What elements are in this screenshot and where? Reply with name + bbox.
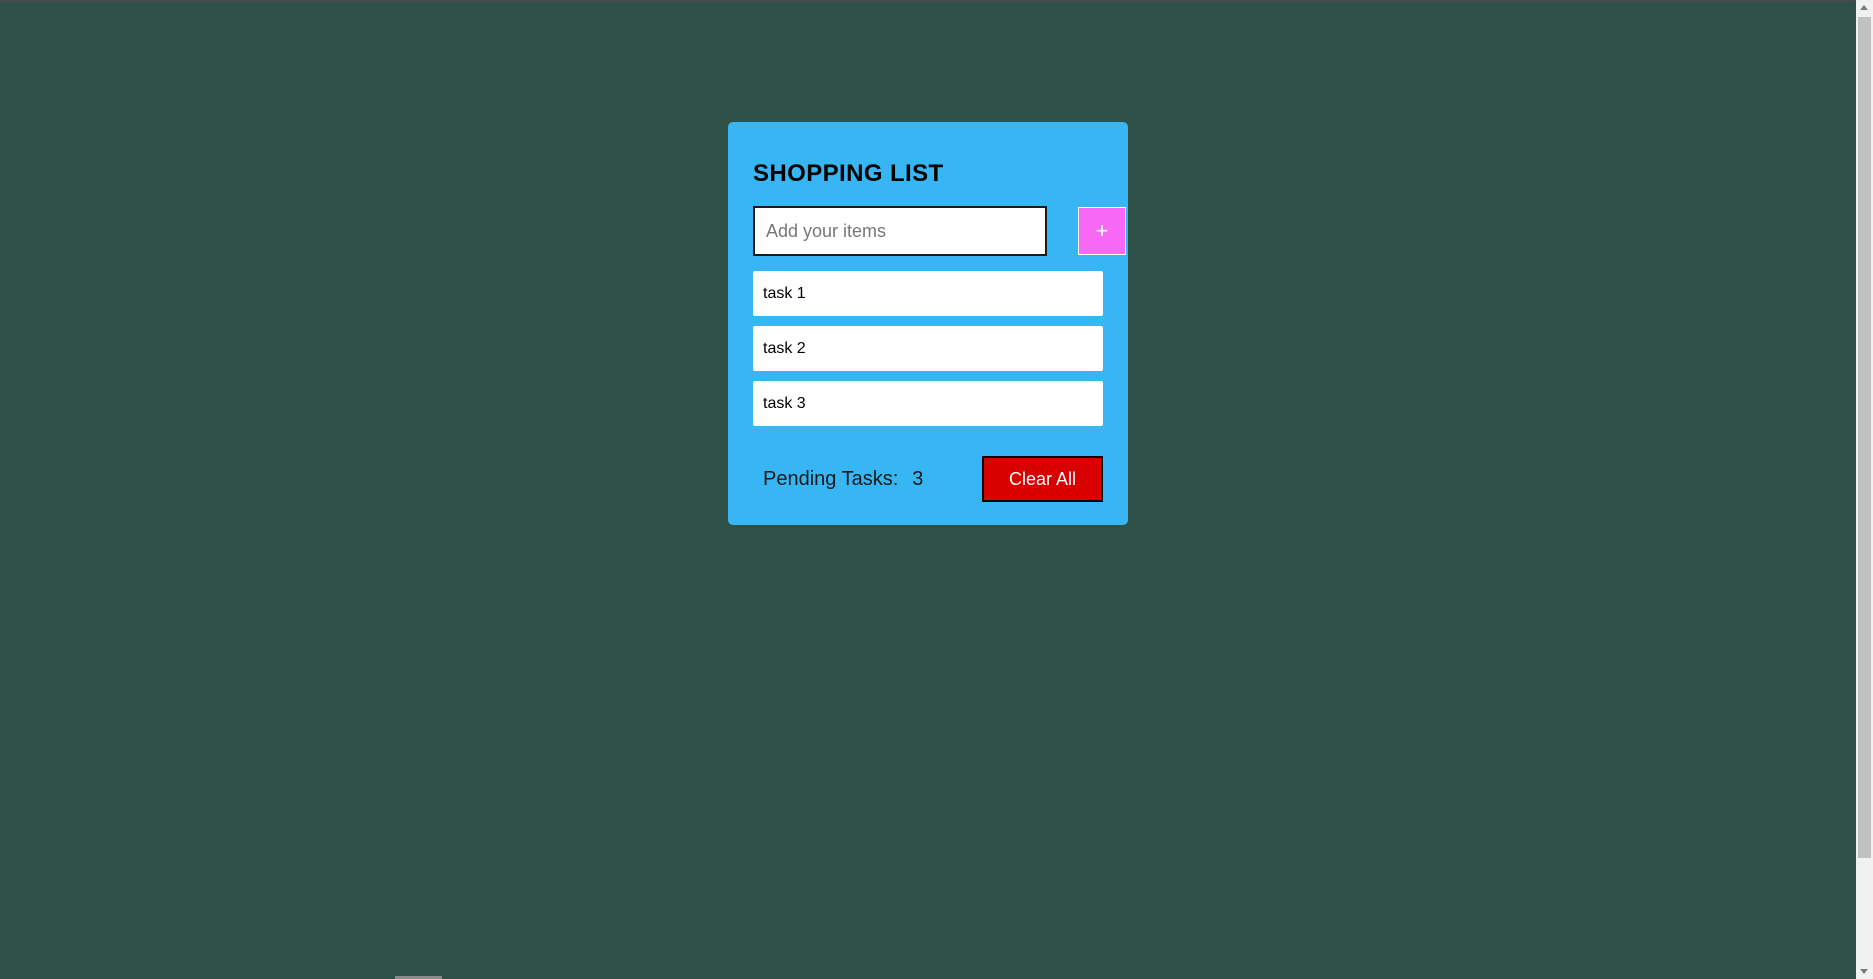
scroll-up-arrow-icon[interactable] <box>1860 5 1868 10</box>
add-item-row: + <box>753 206 1126 256</box>
task-item[interactable]: task 1 <box>753 271 1103 316</box>
add-item-button[interactable]: + <box>1078 207 1126 255</box>
task-item[interactable]: task 3 <box>753 381 1103 426</box>
scrollbar-thumb[interactable] <box>1858 17 1871 858</box>
window-top-border <box>0 0 1855 2</box>
shopping-list-card: SHOPPING LIST + task 1 task 2 task 3 Pen… <box>728 122 1128 525</box>
scroll-down-arrow-icon[interactable] <box>1860 969 1868 974</box>
add-item-input[interactable] <box>753 206 1047 256</box>
plus-icon: + <box>1095 218 1109 243</box>
list-footer: Pending Tasks: 3 Clear All <box>753 456 1103 502</box>
pending-tasks-status: Pending Tasks: 3 <box>763 456 923 502</box>
task-list: task 1 task 2 task 3 <box>753 271 1103 436</box>
clear-all-button[interactable]: Clear All <box>982 456 1103 502</box>
app-title: SHOPPING LIST <box>753 160 944 187</box>
pending-tasks-label: Pending Tasks: <box>763 468 899 490</box>
task-item[interactable]: task 2 <box>753 326 1103 371</box>
pending-tasks-count: 3 <box>912 468 924 490</box>
vertical-scrollbar[interactable] <box>1856 0 1873 979</box>
